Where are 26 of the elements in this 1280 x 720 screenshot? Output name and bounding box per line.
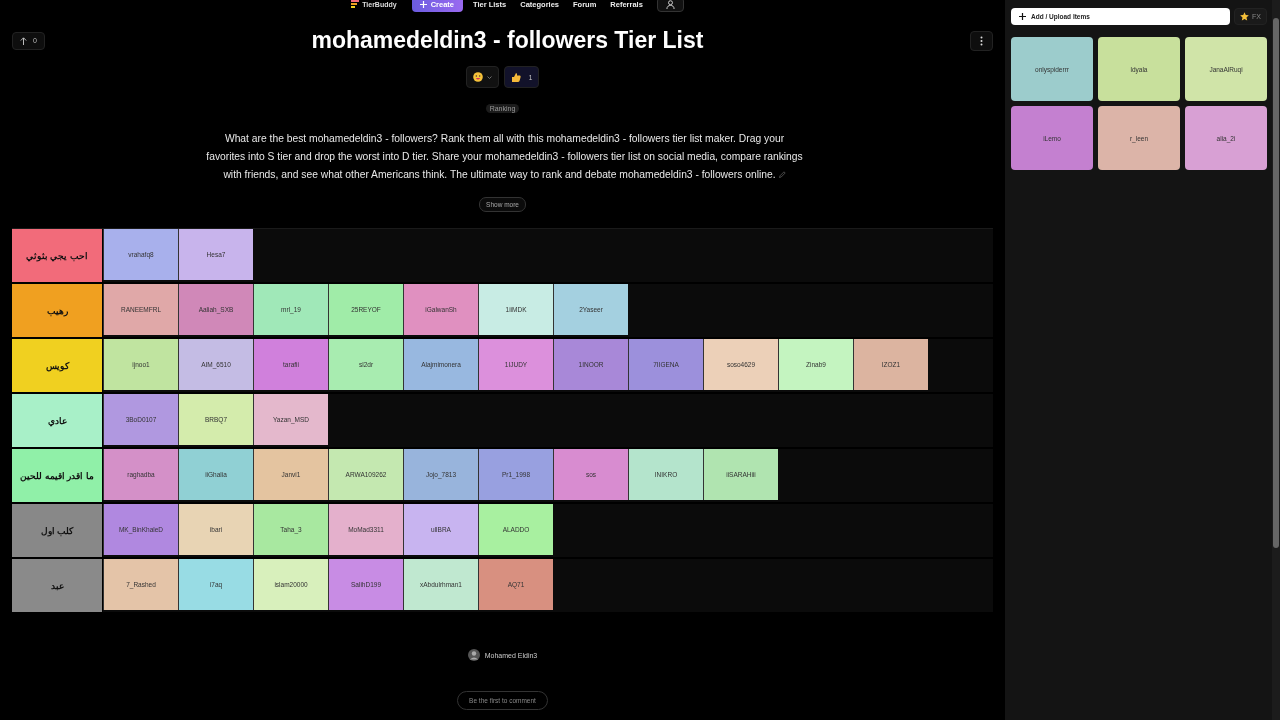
tier-label[interactable]: ما اقدر اقيمه للحين bbox=[12, 449, 103, 502]
plus-icon bbox=[1019, 13, 1026, 20]
avatar-icon bbox=[467, 649, 480, 661]
scrollbar-thumb[interactable] bbox=[1273, 18, 1279, 548]
up-arrow-icon bbox=[20, 36, 27, 45]
bars-logo-icon bbox=[351, 0, 360, 9]
tier-label[interactable]: كويس bbox=[12, 339, 103, 392]
emoji-reaction-button[interactable] bbox=[465, 66, 499, 88]
tier-label[interactable]: عادي bbox=[12, 394, 103, 447]
plus-icon bbox=[419, 0, 427, 8]
menu-icon bbox=[980, 35, 983, 46]
scrollbar[interactable] bbox=[1272, 0, 1280, 720]
tier-label[interactable]: كلب اول bbox=[12, 504, 103, 557]
chevron-down-icon bbox=[486, 75, 492, 79]
tier-label[interactable]: عبد bbox=[12, 559, 103, 612]
more-menu-button[interactable] bbox=[970, 30, 993, 51]
tier-label[interactable]: رهيب bbox=[12, 284, 103, 337]
emoji-face-icon bbox=[472, 72, 483, 82]
tier-label[interactable]: احب يجي بثوثي bbox=[12, 229, 103, 282]
pencil-icon[interactable] bbox=[778, 171, 786, 178]
account-button[interactable] bbox=[656, 0, 684, 12]
description-text: What are the best mohamedeldin3 - followers? Rank them all with this mohamedeldin3 - followers tier list maker. Drag your favorites into S tier and drop the worst into D tier. Share your mohamedeldin3 - followers tier list on social media, compare rankings with friends, and see what other Americans think. The ultimate way to rank and debate mohamedeldin3 - followers online. bbox=[205, 132, 804, 182]
user-icon bbox=[665, 0, 675, 9]
page-title: mohamedeldin3 - followers Tier List bbox=[311, 27, 704, 54]
thumbs-up-icon bbox=[510, 72, 521, 82]
star-icon bbox=[1240, 12, 1250, 21]
